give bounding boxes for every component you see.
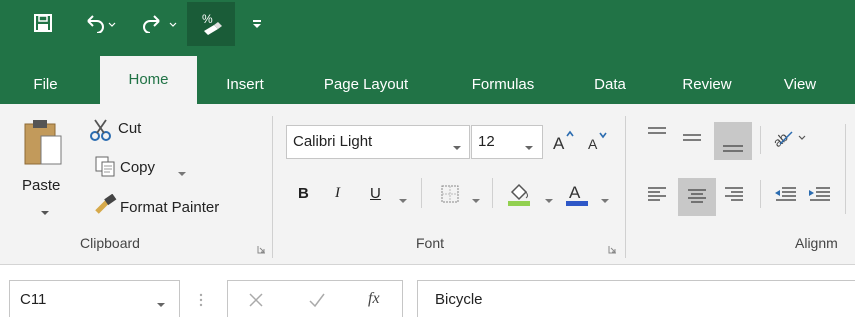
fill-color-dropdown-icon[interactable] <box>544 192 554 203</box>
redo-icon[interactable] <box>137 9 181 37</box>
font-size-select[interactable]: 12 <box>471 125 543 159</box>
increase-font-size-icon[interactable]: A <box>551 128 575 153</box>
percent-format-icon[interactable]: % <box>187 2 235 46</box>
bottom-align-icon[interactable] <box>714 122 752 160</box>
fill-color-icon[interactable] <box>506 180 532 206</box>
tab-file[interactable]: File <box>18 66 73 104</box>
enter-icon[interactable] <box>308 292 326 308</box>
ribbon-home: Paste Cut Copy Format Painter Clipboard <box>0 104 855 265</box>
clipboard-group-label: Clipboard <box>80 235 140 251</box>
underline-button[interactable]: U <box>370 185 381 202</box>
tab-home[interactable]: Home <box>100 56 197 104</box>
copy-button[interactable]: Copy <box>120 159 155 176</box>
chevron-down-icon <box>452 139 462 150</box>
italic-button[interactable]: I <box>335 185 340 202</box>
font-name-value: Calibri Light <box>293 133 373 150</box>
separator <box>492 178 493 208</box>
separator <box>625 116 626 258</box>
paste-dropdown-icon[interactable] <box>40 204 50 215</box>
format-painter-button[interactable]: Format Painter <box>120 199 219 216</box>
cancel-icon[interactable] <box>248 292 264 308</box>
tab-review[interactable]: Review <box>664 66 750 104</box>
borders-dropdown-icon[interactable] <box>471 192 481 203</box>
chevron-down-icon <box>524 139 534 150</box>
tab-insert[interactable]: Insert <box>205 66 285 104</box>
cut-button[interactable]: Cut <box>118 120 141 137</box>
separator <box>272 116 273 258</box>
separator <box>760 126 761 154</box>
font-color-dropdown-icon[interactable] <box>600 192 610 203</box>
align-center-icon[interactable] <box>678 178 716 216</box>
separator <box>760 180 761 208</box>
align-right-icon[interactable] <box>722 182 746 206</box>
cut-icon[interactable] <box>89 118 113 142</box>
svg-text:A: A <box>569 183 581 202</box>
tab-formulas[interactable]: Formulas <box>455 66 551 104</box>
copy-dropdown-icon[interactable] <box>177 165 187 176</box>
clipboard-launcher-icon[interactable] <box>257 241 266 254</box>
decrease-font-size-icon[interactable]: A <box>586 130 608 152</box>
align-left-icon[interactable] <box>645 182 669 206</box>
svg-text:ab: ab <box>770 129 791 150</box>
tab-page-layout[interactable]: Page Layout <box>300 66 432 104</box>
font-name-select[interactable]: Calibri Light <box>286 125 470 159</box>
save-icon[interactable] <box>30 9 56 37</box>
tab-view[interactable]: View <box>770 66 830 104</box>
customize-qat-icon[interactable] <box>248 9 266 37</box>
format-painter-icon[interactable] <box>93 193 117 216</box>
font-color-icon[interactable]: A <box>564 180 590 206</box>
middle-align-icon[interactable] <box>680 126 704 148</box>
name-box[interactable]: C11 <box>9 280 180 317</box>
paste-button[interactable]: Paste <box>22 177 60 194</box>
svg-text:A: A <box>553 134 565 152</box>
font-launcher-icon[interactable] <box>608 241 617 254</box>
formula-bar: C11 fx Bicycle <box>0 265 855 317</box>
insert-function-icon[interactable]: fx <box>368 290 380 308</box>
top-align-icon[interactable] <box>645 124 669 146</box>
font-size-value: 12 <box>478 133 495 150</box>
svg-text:%: % <box>202 12 213 26</box>
formula-input-value: Bicycle <box>435 291 483 308</box>
font-group-label: Font <box>416 235 445 251</box>
separator <box>845 124 846 214</box>
borders-icon[interactable] <box>440 184 460 204</box>
tab-data[interactable]: Data <box>580 66 640 104</box>
quick-access-toolbar: % <box>0 0 855 46</box>
formula-buttons: fx <box>227 280 403 317</box>
name-box-value: C11 <box>20 291 47 308</box>
underline-dropdown-icon[interactable] <box>398 192 408 203</box>
decrease-indent-icon[interactable] <box>772 182 798 206</box>
chevron-down-icon[interactable] <box>156 296 166 307</box>
paste-icon[interactable] <box>23 116 75 178</box>
splitter-handle-icon[interactable] <box>199 292 203 308</box>
bold-button[interactable]: B <box>298 185 309 202</box>
alignment-group-label: Alignm <box>795 235 838 251</box>
separator <box>421 178 422 208</box>
ribbon-tabs: File Home Insert Page Layout Formulas Da… <box>0 46 855 104</box>
increase-indent-icon[interactable] <box>806 182 832 206</box>
undo-icon[interactable] <box>80 9 120 37</box>
svg-text:A: A <box>588 136 598 152</box>
copy-icon[interactable] <box>95 156 117 178</box>
orientation-icon[interactable]: ab <box>770 124 810 150</box>
formula-input[interactable]: Bicycle <box>417 280 855 317</box>
